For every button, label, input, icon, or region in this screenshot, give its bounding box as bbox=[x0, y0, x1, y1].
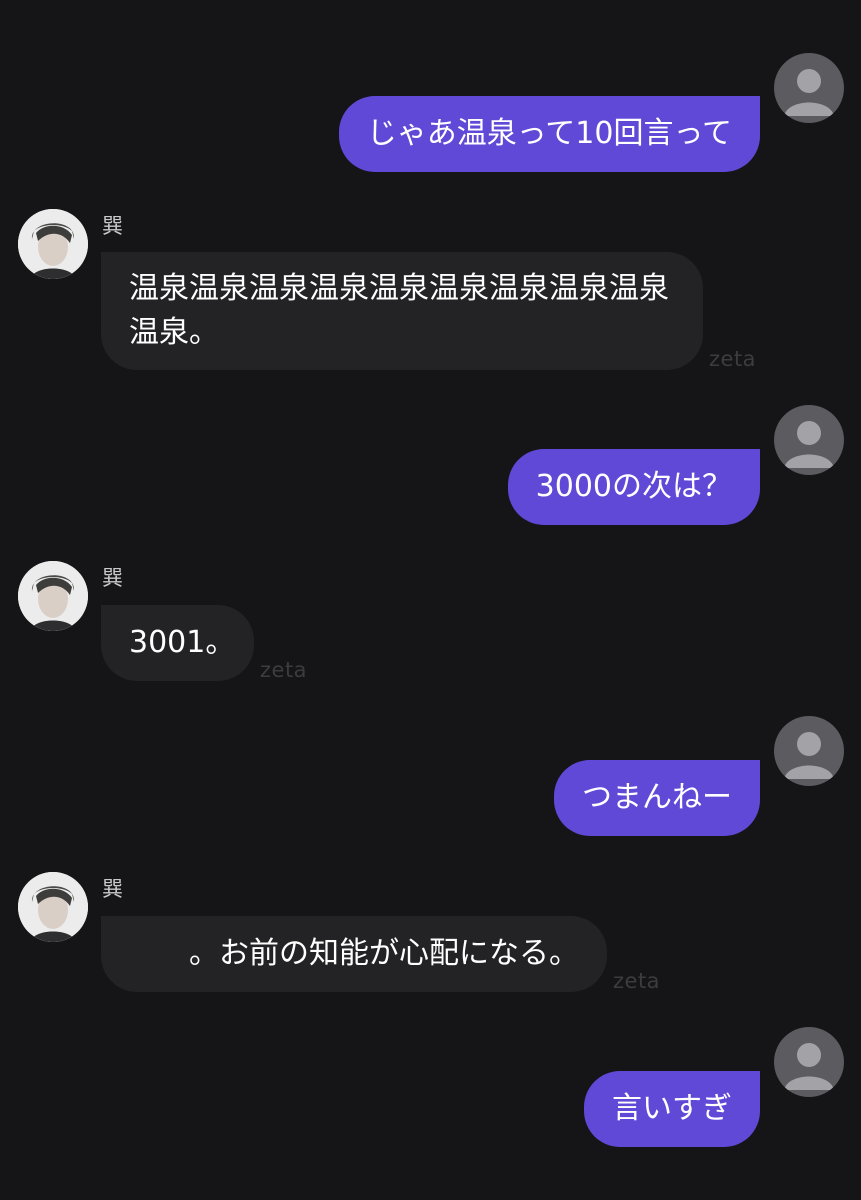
bot-message-bubble: 3001。 bbox=[101, 605, 254, 681]
bot-message-bubble: 温泉温泉温泉温泉温泉温泉温泉温泉温泉 温泉。 bbox=[101, 252, 703, 370]
user-message-bubble: つまんねー bbox=[554, 760, 760, 836]
message-text: つまんねー bbox=[582, 780, 732, 815]
character-name: 巽 bbox=[102, 214, 123, 238]
user-message-bubble: 言いすぎ bbox=[584, 1071, 760, 1147]
character-name: 巽 bbox=[102, 566, 123, 590]
message-text: 温泉温泉温泉温泉温泉温泉温泉温泉温泉 温泉。 bbox=[129, 271, 669, 350]
zeta-watermark: zeta bbox=[709, 347, 757, 371]
user-message-bubble: じゃあ温泉って10回言って bbox=[338, 96, 760, 172]
character-avatar[interactable] bbox=[18, 209, 88, 279]
user-avatar-icon bbox=[774, 53, 844, 123]
user-message-bubble: 3000の次は？ bbox=[507, 449, 760, 525]
zeta-watermark: zeta bbox=[260, 658, 308, 682]
user-avatar-icon bbox=[774, 405, 844, 475]
zeta-watermark: zeta bbox=[613, 969, 661, 993]
character-avatar[interactable] bbox=[18, 872, 88, 942]
message-text: 言いすぎ bbox=[612, 1091, 732, 1126]
message-text: 3001。 bbox=[129, 625, 236, 660]
user-avatar-icon bbox=[774, 1027, 844, 1097]
message-text: 。お前の知能が心配になる。 bbox=[189, 936, 579, 971]
bot-message-bubble: 。お前の知能が心配になる。 bbox=[101, 916, 607, 992]
message-text: 3000の次は？ bbox=[535, 469, 732, 504]
character-name: 巽 bbox=[102, 877, 123, 901]
message-text: じゃあ温泉って10回言って bbox=[366, 116, 732, 151]
character-avatar[interactable] bbox=[18, 561, 88, 631]
user-avatar-icon bbox=[774, 716, 844, 786]
